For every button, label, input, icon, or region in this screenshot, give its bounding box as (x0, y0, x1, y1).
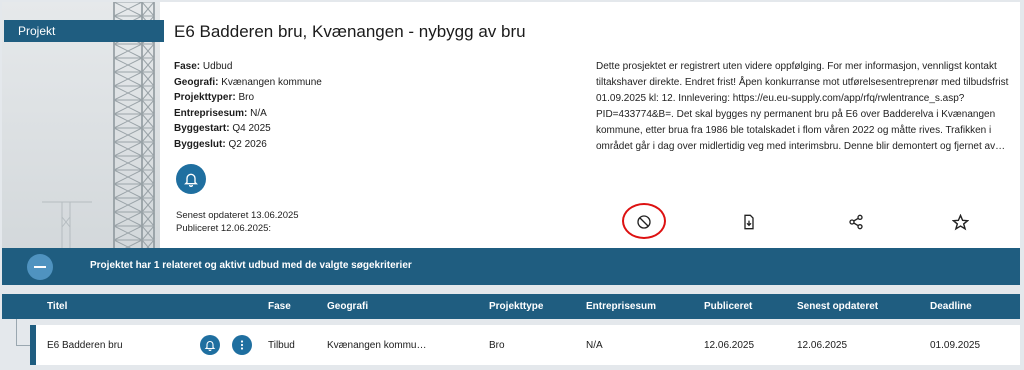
cell-last-updated: 12.06.2025 (797, 340, 848, 351)
cell-phase: Tilbud (268, 340, 295, 351)
meta-row-sum: Entreprisesum: N/A (174, 106, 322, 122)
meta-label: Byggeslut: (174, 138, 226, 150)
export-button[interactable] (739, 212, 759, 232)
project-description: Dette prosjektet er registrert uten vide… (596, 61, 1009, 152)
cell-deadline: 01.09.2025 (930, 340, 981, 351)
row-more-button[interactable] (232, 335, 252, 355)
minus-icon (34, 266, 46, 268)
meta-label: Projekttyper: (174, 92, 236, 103)
meta-row-geography: Geografi: Kvænangen kommune (174, 75, 322, 91)
row-accent (30, 325, 36, 365)
dates: Senest opdateret 13.06.2025 Publiceret 1… (176, 209, 299, 235)
meta-label: Entreprisesum: (174, 107, 248, 119)
tree-connector (16, 319, 17, 345)
page-title: E6 Badderen bru, Kvænangen - nybygg av b… (174, 22, 526, 41)
bell-icon (184, 173, 198, 187)
meta-value: Kvænangen kommune (221, 76, 322, 88)
col-geography[interactable]: Geografi (327, 301, 368, 312)
published-date: Publiceret 12.06.2025: (176, 223, 272, 234)
notify-button[interactable] (176, 164, 206, 194)
project-tag: Projekt (4, 20, 164, 42)
table-header: Titel Fase Geografi Projekttype Entrepri… (2, 294, 1020, 319)
favorite-button[interactable] (950, 212, 970, 232)
cell-project-type: Bro (489, 340, 505, 351)
cell-published: 12.06.2025 (704, 340, 755, 351)
tree-connector (16, 345, 30, 346)
bell-icon (204, 341, 216, 351)
meta-value: Bro (238, 92, 255, 103)
more-vertical-icon (240, 340, 244, 350)
col-published[interactable]: Publiceret (704, 301, 752, 312)
hide-button[interactable] (634, 212, 654, 232)
project-card: Projekt E6 Badderen bru, Kvænangen - nyb… (2, 2, 1020, 248)
related-tenders-banner[interactable]: Projektet har 1 relateret og aktivt udbu… (2, 248, 1020, 285)
meta-label: Byggestart: (174, 123, 230, 134)
meta-value: Q2 2026 (228, 138, 267, 150)
meta-row-start: Byggestart: Q4 2025 (174, 121, 322, 137)
project-meta: Fase: Udbud Geografi: Kvænangen kommune … (174, 59, 322, 152)
share-button[interactable] (846, 212, 866, 232)
meta-value: Q4 2025 (232, 123, 271, 134)
meta-label: Fase: (174, 61, 201, 72)
col-title[interactable]: Titel (47, 301, 67, 312)
file-download-icon (744, 214, 754, 230)
meta-value: Udbud (202, 61, 233, 72)
meta-row-phase: Fase: Udbud (174, 59, 322, 75)
star-icon (951, 213, 969, 230)
updated-date: Senest opdateret 13.06.2025 (176, 210, 299, 221)
meta-label: Geografi: (174, 76, 219, 88)
meta-row-type: Projekttyper: Bro (174, 90, 322, 106)
table-row[interactable]: E6 Badderen bru Tilbud Kvænangen kommu… … (30, 325, 1020, 365)
cell-geography: Kvænangen kommu… (327, 340, 427, 351)
meta-value: N/A (250, 107, 267, 119)
banner-text: Projektet har 1 relateret og aktivt udbu… (90, 260, 412, 271)
col-last-updated[interactable]: Senest opdateret (797, 301, 878, 312)
cell-contract-sum: N/A (586, 340, 603, 351)
col-phase[interactable]: Fase (268, 301, 291, 312)
collapse-button[interactable] (27, 254, 53, 280)
row-notify-button[interactable] (200, 335, 220, 355)
col-project-type[interactable]: Projekttype (489, 301, 543, 312)
block-icon (637, 215, 651, 229)
cell-title[interactable]: E6 Badderen bru (47, 340, 123, 351)
meta-row-end: Byggeslut: Q2 2026 (174, 137, 322, 153)
share-icon (849, 214, 863, 230)
col-deadline[interactable]: Deadline (930, 301, 972, 312)
col-contract-sum[interactable]: Entreprisesum (586, 301, 656, 312)
